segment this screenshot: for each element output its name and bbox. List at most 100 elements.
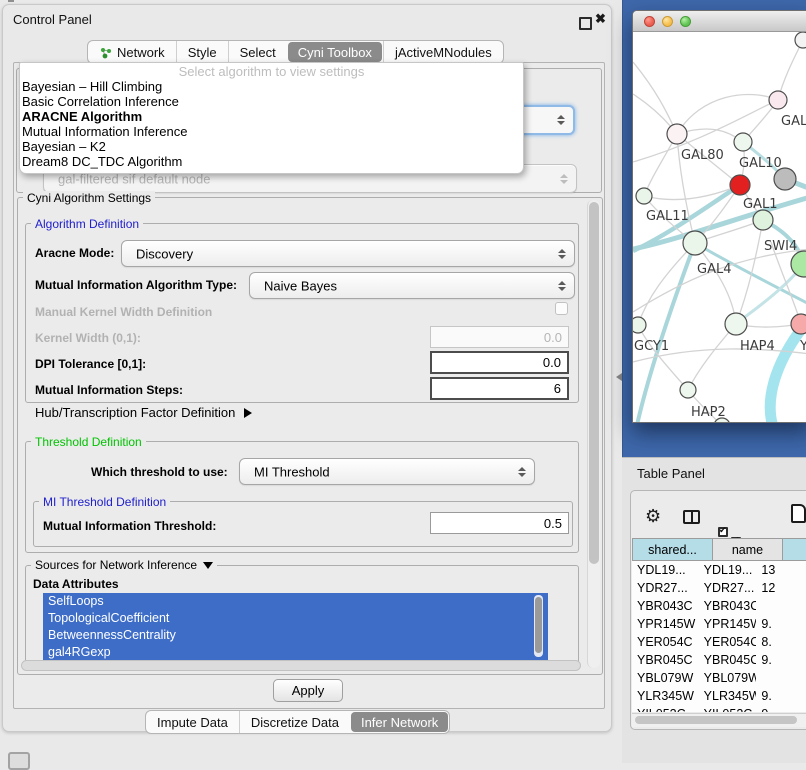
table-row[interactable]: YDL19...YDL19...13 [632,561,806,579]
tab-discretize-data[interactable]: Discretize Data [239,711,350,733]
settings-hscrollbar[interactable] [21,660,581,671]
aracne-mode-value: Discovery [136,246,193,261]
expand-right-icon [244,408,252,418]
apply-button-label: Apply [292,683,325,698]
table-row[interactable]: YLR345WYLR345W9. [632,687,806,705]
column-header[interactable] [783,538,806,561]
kernel-width-field[interactable]: 0.0 [430,326,569,348]
manual-kernel-checkbox[interactable] [555,302,568,315]
algorithm-option[interactable]: Bayesian – K2 [20,139,523,154]
attribute-item[interactable]: BetweennessCentrality [43,627,548,644]
threshold-definition-title: Threshold Definition [31,435,146,449]
table-cell: 9. [756,651,806,669]
combo-arrows-icon [560,174,568,184]
table-cell: YPR145W [632,615,699,633]
algorithm-option[interactable]: Mutual Information Inference [20,124,523,139]
column-header[interactable]: shared... [632,538,713,561]
which-threshold-value: MI Threshold [254,464,330,479]
algorithm-option[interactable]: ARACNE Algorithm [20,109,523,124]
network-node-gal[interactable] [769,91,787,109]
node-label-gcy1: GCY1 [634,339,669,354]
tab-infer-network[interactable]: Infer Network [351,712,448,732]
table-row[interactable]: YIL052CYIL052C9. [632,705,806,712]
table-cell: YLR345W [699,687,757,705]
network-node-gcy1[interactable] [633,317,646,333]
network-node-gal4[interactable] [683,231,707,255]
mi-steps-label: Mutual Information Steps: [35,383,183,397]
table-row[interactable]: YER054CYER054C8. [632,633,806,651]
mi-type-select[interactable]: Naive Bayes [249,272,575,299]
data-attributes-list[interactable]: SelfLoopsTopologicalCoefficientBetweenne… [43,593,548,661]
table-row[interactable]: YBR045CYBR045C9. [632,651,806,669]
sources-title: Sources for Network Inference [35,558,197,572]
attribute-item[interactable]: gal4RGexp [43,644,548,661]
columns-icon[interactable] [683,510,700,524]
network-node[interactable] [791,251,806,277]
mi-threshold-field[interactable]: 0.5 [430,512,569,534]
tab-cyni-toolbox[interactable]: Cyni Toolbox [288,42,382,62]
table-row[interactable]: YDR27...YDR27...12 [632,579,806,597]
close-traffic-light-icon[interactable] [644,16,655,27]
table-cell: YLR345W [632,687,699,705]
aracne-mode-select[interactable]: Discovery [121,240,575,267]
network-view-window: GALGAL80GAL10GAL1GAL11SWI4GAL4GCY1HAP4YH… [632,10,806,423]
tab-network[interactable]: Network [88,41,176,63]
mi-threshold-label: Mutual Information Threshold: [43,519,216,533]
node-label-hap4: HAP4 [740,339,775,354]
tab-jactivemnodules[interactable]: jActiveMNodules [383,41,503,63]
apply-button[interactable]: Apply [273,679,343,702]
table-row[interactable]: YBR043CYBR043C [632,597,806,615]
sources-title-row[interactable]: Sources for Network Inference [31,558,217,572]
which-threshold-select[interactable]: MI Threshold [239,458,535,485]
tab-impute-data[interactable]: Impute Data [146,711,239,733]
mi-threshold-value: 0.5 [544,516,562,531]
attribute-item[interactable]: SelfLoops [43,593,548,610]
network-node-gal80[interactable] [667,124,687,144]
aracne-mode-label: Aracne Mode: [35,246,114,260]
network-node[interactable] [774,168,796,190]
algorithm-option[interactable]: Dream8 DC_TDC Algorithm [20,154,523,169]
close-icon[interactable]: ✖ [595,11,606,27]
network-node-y[interactable] [791,314,806,334]
minimized-panel-icon[interactable] [8,752,30,770]
minimize-traffic-light-icon[interactable] [662,16,673,27]
mi-steps-field[interactable]: 6 [430,377,569,400]
tab-label: Cyni Toolbox [298,45,372,60]
network-node-hap2[interactable] [680,382,696,398]
network-node[interactable] [795,32,806,48]
tab-select[interactable]: Select [228,41,287,63]
select-all-checkbox-icon[interactable] [718,527,728,537]
tab-label: Discretize Data [251,715,339,730]
network-node-hap4[interactable] [725,313,747,335]
cyni-settings-title: Cyni Algorithm Settings [23,191,155,205]
attribute-item[interactable]: TopologicalCoefficient [43,610,548,627]
dpi-tolerance-field[interactable]: 0.0 [430,351,569,374]
table-cell: 13 [756,561,806,579]
table-cell: 8. [756,633,806,651]
zoom-traffic-light-icon[interactable] [680,16,691,27]
document-icon[interactable] [791,504,806,523]
mi-steps-value: 6 [554,381,561,396]
network-node-gal1[interactable] [730,175,750,195]
table-header: shared...name [632,538,806,561]
algorithm-option[interactable]: Basic Correlation Inference [20,94,523,109]
tab-label: Select [240,45,276,60]
attributes-vscrollbar[interactable] [534,595,543,657]
network-canvas[interactable]: GALGAL80GAL10GAL1GAL11SWI4GAL4GCY1HAP4YH… [633,32,806,423]
network-node-swi4[interactable] [753,210,773,230]
combo-arrows-icon [518,467,526,477]
table-row[interactable]: YBL079WYBL079W [632,669,806,687]
settings-vscrollbar[interactable] [587,200,600,668]
gear-icon[interactable]: ⚙ [645,507,661,525]
dpi-tolerance-value: 0.0 [543,355,561,370]
table-row[interactable]: YPR145WYPR145W9. [632,615,806,633]
column-header[interactable]: name [713,538,783,561]
float-window-icon[interactable] [579,17,592,30]
network-window-titlebar[interactable] [633,11,806,32]
tab-style[interactable]: Style [176,41,228,63]
algorithm-option[interactable]: Bayesian – Hill Climbing [20,79,523,94]
network-node-gal10[interactable] [734,133,752,151]
network-node-gal11[interactable] [636,188,652,204]
hub-definition-expander[interactable]: Hub/Transcription Factor Definition [35,405,252,420]
table-hscrollbar[interactable] [632,713,806,727]
